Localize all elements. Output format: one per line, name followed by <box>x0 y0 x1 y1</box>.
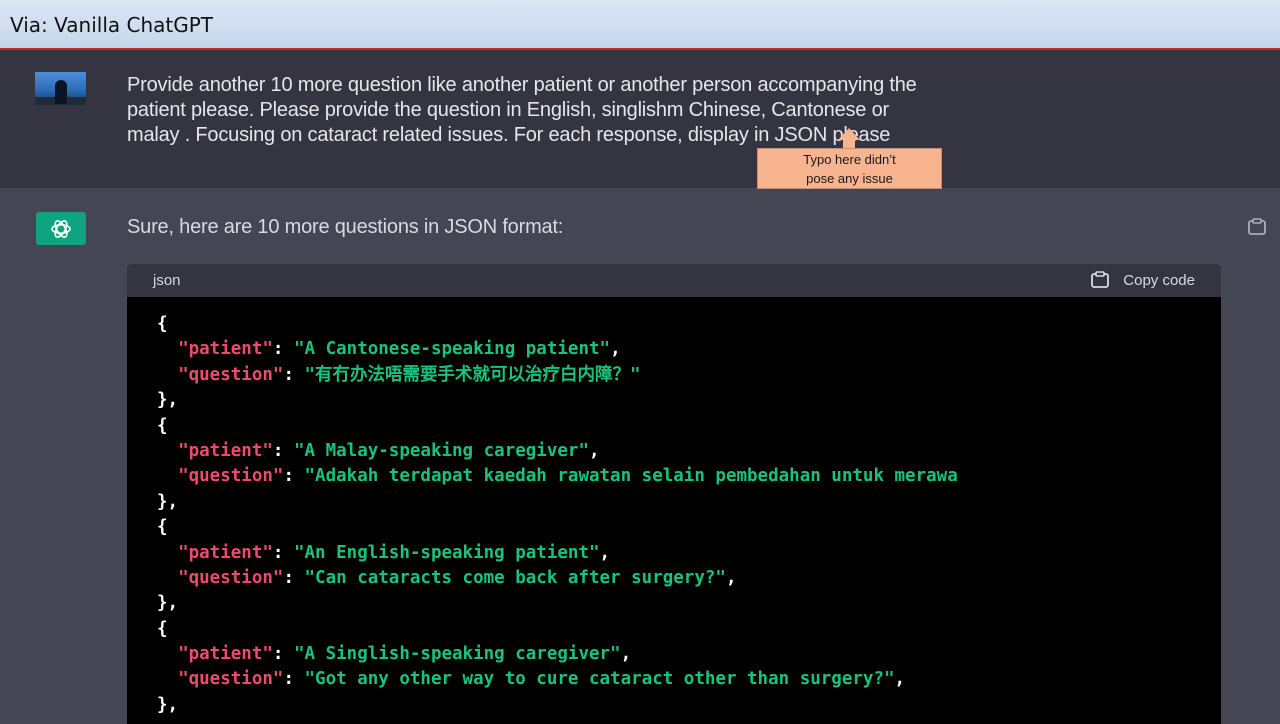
code-line-open: { <box>157 515 1221 540</box>
annotation-line: pose any issue <box>806 171 893 186</box>
code-comma: , <box>894 669 906 690</box>
code-key-question: "question" <box>178 364 284 385</box>
code-line-patient: "patient": "A Malay-speaking caregiver", <box>157 439 1221 464</box>
code-brace: { <box>157 517 168 538</box>
code-comma: , <box>620 644 632 665</box>
user-message-line: Provide another 10 more question like an… <box>127 74 917 96</box>
code-key-question: "question" <box>178 567 284 588</box>
code-comma: , <box>610 339 621 360</box>
code-brace: { <box>157 314 168 334</box>
code-value-question: "Can cataracts come back after surgery?" <box>304 567 726 588</box>
title-bar: Via: Vanilla ChatGPT <box>0 0 1280 50</box>
code-value-patient: "An English-speaking patient" <box>293 542 600 563</box>
copy-code-label: Copy code <box>1123 271 1195 289</box>
copy-code-button[interactable]: Copy code <box>1089 271 1195 289</box>
code-brace: }, <box>157 694 179 715</box>
clipboard-icon[interactable] <box>1246 218 1268 236</box>
user-message-row: Provide another 10 more question like an… <box>0 50 1280 188</box>
code-comma: , <box>589 440 600 461</box>
user-message-text: Provide another 10 more question like an… <box>127 73 1227 148</box>
code-comma: , <box>725 567 737 588</box>
code-value-patient: "A Cantonese-speaking patient" <box>293 339 611 360</box>
code-brace: { <box>157 415 168 436</box>
code-brace: { <box>157 618 168 639</box>
code-colon: : <box>283 364 305 385</box>
code-line-close: }, <box>157 490 1221 515</box>
code-line-patient: "patient": "A Singlish-speaking caregive… <box>157 642 1221 667</box>
annotation-callout: Typo here didn’t pose any issue <box>757 148 942 189</box>
code-line-question: "question": "Can cataracts come back aft… <box>157 566 1221 591</box>
code-colon: : <box>272 339 294 360</box>
code-key-question: "question" <box>178 669 284 690</box>
code-line-patient: "patient": "An English-speaking patient"… <box>157 541 1221 566</box>
code-value-question: "Got any other way to cure cataract othe… <box>304 669 895 690</box>
window-title: Via: Vanilla ChatGPT <box>10 13 214 37</box>
code-line-question: "question": "有冇办法唔需要手术就可以治疗白内障？" <box>157 363 1221 388</box>
code-key-patient: "patient" <box>178 542 273 563</box>
code-key-patient: "patient" <box>178 440 273 461</box>
code-comma: , <box>599 542 611 563</box>
clipboard-icon <box>1091 271 1110 288</box>
code-value-question: "有冇办法唔需要手术就可以治疗白内障？" <box>304 364 641 385</box>
user-message-line: malay . Focusing on cataract related iss… <box>127 124 891 146</box>
code-line-question: "question": "Got any other way to cure c… <box>157 667 1221 692</box>
code-block-header: json Copy code <box>127 264 1221 297</box>
code-brace: }, <box>157 390 179 411</box>
code-line-question: "question": "Adakah terdapat kaedah rawa… <box>157 464 1221 489</box>
user-message-line: patient please. Please provide the quest… <box>127 99 889 121</box>
code-value-patient: "A Malay-speaking caregiver" <box>293 440 589 461</box>
code-value-patient: "A Singlish-speaking caregiver" <box>293 644 621 665</box>
user-avatar <box>35 72 86 105</box>
code-colon: : <box>283 669 305 690</box>
code-colon: : <box>272 644 294 665</box>
code-line-close: }, <box>157 693 1221 718</box>
code-colon: : <box>283 466 305 487</box>
code-brace: }, <box>157 491 179 512</box>
assistant-intro-text: Sure, here are 10 more questions in JSON… <box>127 216 564 238</box>
code-brace: }, <box>157 593 179 614</box>
code-value-question: "Adakah terdapat kaedah rawatan selain p… <box>304 466 958 487</box>
code-key-patient: "patient" <box>178 644 273 665</box>
code-content: { "patient": "A Cantonese-speaking patie… <box>157 312 1221 718</box>
code-language-label: json <box>153 272 181 289</box>
code-line-open: { <box>157 617 1221 642</box>
code-colon: : <box>283 567 305 588</box>
code-line-close: }, <box>157 591 1221 616</box>
code-key-patient: "patient" <box>178 339 273 360</box>
code-colon: : <box>272 542 294 563</box>
annotation-line: Typo here didn’t <box>803 152 896 167</box>
code-line-open: { <box>157 312 1221 337</box>
code-colon: : <box>272 440 294 461</box>
code-line-close: }, <box>157 388 1221 413</box>
assistant-message-row: Sure, here are 10 more questions in JSON… <box>0 188 1280 724</box>
openai-logo-icon <box>36 212 86 245</box>
code-key-question: "question" <box>178 466 284 487</box>
code-line-open: { <box>157 414 1221 439</box>
code-block: json Copy code { "patient": "A Cantonese… <box>127 264 1221 724</box>
code-line-patient: "patient": "A Cantonese-speaking patient… <box>157 337 1221 362</box>
